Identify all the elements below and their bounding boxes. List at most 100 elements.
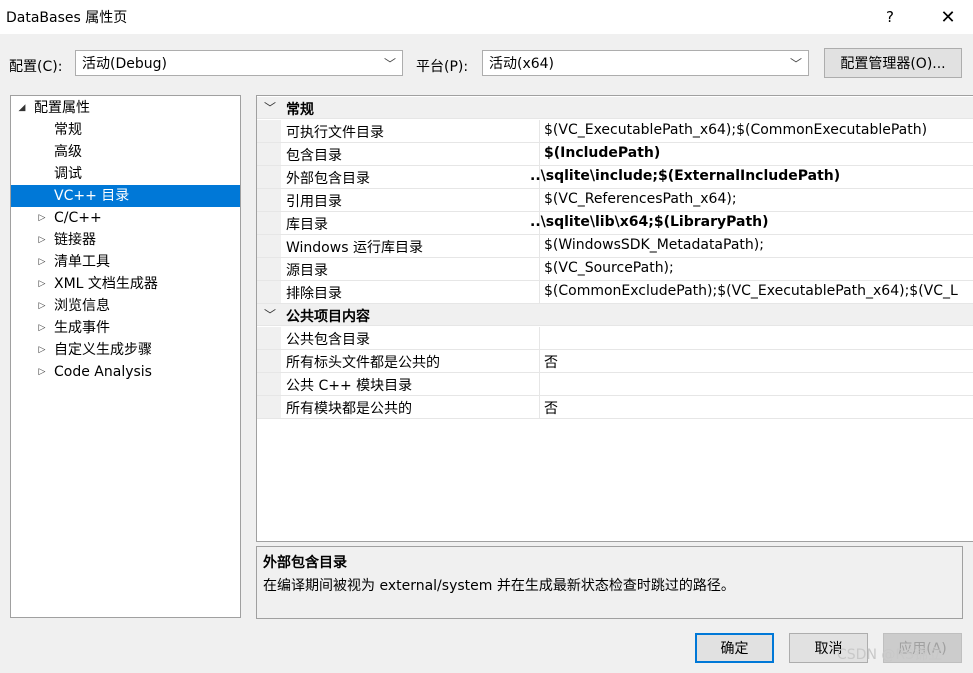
tree-item-browse-info[interactable]: ▷ 浏览信息 bbox=[11, 295, 240, 317]
property-row[interactable]: 公共包含目录 bbox=[257, 327, 973, 350]
property-value[interactable]: $(VC_ExecutablePath_x64);$(CommonExecuta… bbox=[544, 122, 927, 138]
column-divider bbox=[539, 327, 540, 349]
row-gutter bbox=[257, 281, 281, 303]
property-value[interactable]: 否 bbox=[544, 352, 558, 372]
property-value[interactable]: $(CommonExcludePath);$(VC_ExecutablePath… bbox=[544, 283, 958, 299]
row-gutter bbox=[257, 350, 281, 372]
property-row[interactable]: Windows 运行库目录 $(WindowsSDK_MetadataPath)… bbox=[257, 235, 973, 258]
tree-item-label: VC++ 目录 bbox=[54, 188, 130, 204]
collapsed-icon[interactable]: ▷ bbox=[36, 295, 48, 317]
collapsed-icon[interactable]: ▷ bbox=[36, 251, 48, 273]
expanded-icon[interactable]: ◢ bbox=[16, 97, 28, 119]
property-value[interactable]: ..\sqlite\include;$(ExternalIncludePath) bbox=[530, 168, 840, 184]
property-row[interactable]: 所有标头文件都是公共的 否 bbox=[257, 350, 973, 373]
description-text: 在编译期间被视为 external/system 并在生成最新状态检查时跳过的路… bbox=[263, 578, 735, 594]
property-name: 公共包含目录 bbox=[286, 332, 370, 348]
tree-item-label: C/C++ bbox=[54, 210, 102, 226]
collapsed-icon[interactable]: ▷ bbox=[36, 317, 48, 339]
column-divider bbox=[539, 281, 540, 303]
help-button[interactable]: ? bbox=[872, 0, 908, 34]
chevron-down-icon: ﹀ bbox=[789, 57, 802, 71]
tree-item-linker[interactable]: ▷ 链接器 bbox=[11, 229, 240, 251]
property-value[interactable]: $(WindowsSDK_MetadataPath); bbox=[544, 237, 764, 253]
config-value: 活动(Debug) bbox=[82, 56, 167, 72]
config-label: 配置(C): bbox=[9, 59, 63, 75]
property-name: 所有标头文件都是公共的 bbox=[286, 355, 440, 371]
property-row[interactable]: 外部包含目录 ..\sqlite\include;$(ExternalInclu… bbox=[257, 166, 973, 189]
collapsed-icon[interactable]: ▷ bbox=[36, 229, 48, 251]
tree-item-label: 配置属性 bbox=[34, 100, 90, 116]
collapsed-icon[interactable]: ▷ bbox=[36, 339, 48, 361]
tree-item-custom-build-step[interactable]: ▷ 自定义生成步骤 bbox=[11, 339, 240, 361]
column-divider bbox=[539, 396, 540, 418]
tree-item-label: 清单工具 bbox=[54, 254, 110, 270]
config-manager-button[interactable]: 配置管理器(O)... bbox=[824, 48, 962, 78]
column-divider bbox=[539, 350, 540, 372]
category-label: 常规 bbox=[286, 102, 314, 118]
column-divider bbox=[539, 373, 540, 395]
tree-item-label: Code Analysis bbox=[54, 364, 152, 380]
property-row[interactable]: 可执行文件目录 $(VC_ExecutablePath_x64);$(Commo… bbox=[257, 120, 973, 143]
column-divider bbox=[539, 235, 540, 257]
column-divider bbox=[539, 189, 540, 211]
property-name: 公共 C++ 模块目录 bbox=[286, 378, 413, 394]
tree-item-label: 调试 bbox=[54, 166, 82, 182]
tree-item-manifest-tool[interactable]: ▷ 清单工具 bbox=[11, 251, 240, 273]
category-general[interactable]: ﹀ 常规 bbox=[257, 97, 973, 119]
tree-item-c-cpp[interactable]: ▷ C/C++ bbox=[11, 207, 240, 229]
property-value[interactable]: 否 bbox=[544, 398, 558, 418]
row-gutter bbox=[257, 258, 281, 280]
window-title: DataBases 属性页 bbox=[6, 10, 128, 26]
chevron-down-icon[interactable]: ﹀ bbox=[264, 99, 276, 116]
property-row[interactable]: 源目录 $(VC_SourcePath); bbox=[257, 258, 973, 281]
tree-item-build-events[interactable]: ▷ 生成事件 bbox=[11, 317, 240, 339]
property-grid[interactable]: ﹀ 常规 可执行文件目录 $(VC_ExecutablePath_x64);$(… bbox=[256, 95, 973, 542]
property-value[interactable]: $(VC_ReferencesPath_x64); bbox=[544, 191, 737, 207]
watermark: CSDN @RS锦立 bbox=[837, 647, 942, 663]
chevron-down-icon: ﹀ bbox=[383, 57, 396, 71]
collapsed-icon[interactable]: ▷ bbox=[36, 273, 48, 295]
property-name: 包含目录 bbox=[286, 148, 342, 164]
row-gutter bbox=[257, 120, 281, 142]
close-icon[interactable]: ✕ bbox=[928, 0, 968, 34]
tree-item-debugging[interactable]: 调试 bbox=[11, 163, 240, 185]
ok-button[interactable]: 确定 bbox=[695, 633, 774, 663]
tree-item-vc-directories[interactable]: VC++ 目录 bbox=[11, 185, 240, 207]
property-row[interactable]: 引用目录 $(VC_ReferencesPath_x64); bbox=[257, 189, 973, 212]
tree-item-code-analysis[interactable]: ▷ Code Analysis bbox=[11, 361, 240, 383]
property-tree[interactable]: ◢ 配置属性 常规 高级 调试 VC++ 目录 ▷ C/C++ ▷ 链接器 ▷ … bbox=[10, 95, 241, 618]
property-value[interactable]: $(IncludePath) bbox=[544, 145, 660, 161]
category-public-project-content[interactable]: ﹀ 公共项目内容 bbox=[257, 304, 973, 326]
row-gutter bbox=[257, 396, 281, 418]
property-row[interactable]: 库目录 ..\sqlite\lib\x64;$(LibraryPath) bbox=[257, 212, 973, 235]
property-name: 外部包含目录 bbox=[286, 171, 370, 187]
property-row[interactable]: 所有模块都是公共的 否 bbox=[257, 396, 973, 419]
collapsed-icon[interactable]: ▷ bbox=[36, 207, 48, 229]
property-row[interactable]: 排除目录 $(CommonExcludePath);$(VC_Executabl… bbox=[257, 281, 973, 304]
description-title: 外部包含目录 bbox=[263, 555, 347, 571]
column-divider bbox=[539, 120, 540, 142]
tree-item-advanced[interactable]: 高级 bbox=[11, 141, 240, 163]
column-divider bbox=[539, 258, 540, 280]
property-value[interactable]: $(VC_SourcePath); bbox=[544, 260, 674, 276]
tree-item-config-properties[interactable]: ◢ 配置属性 bbox=[11, 97, 240, 119]
title-bar: DataBases 属性页 ? ✕ bbox=[0, 0, 973, 34]
column-divider bbox=[539, 143, 540, 165]
property-row[interactable]: 包含目录 $(IncludePath) bbox=[257, 143, 973, 166]
tree-item-general[interactable]: 常规 bbox=[11, 119, 240, 141]
row-gutter bbox=[257, 327, 281, 349]
chevron-down-icon[interactable]: ﹀ bbox=[264, 306, 276, 323]
tree-item-label: 高级 bbox=[54, 144, 82, 160]
property-value[interactable]: ..\sqlite\lib\x64;$(LibraryPath) bbox=[530, 214, 769, 230]
collapsed-icon[interactable]: ▷ bbox=[36, 361, 48, 383]
tree-item-label: 链接器 bbox=[54, 232, 96, 248]
tree-item-xml-doc-generator[interactable]: ▷ XML 文档生成器 bbox=[11, 273, 240, 295]
property-row[interactable]: 公共 C++ 模块目录 bbox=[257, 373, 973, 396]
config-combobox[interactable]: 活动(Debug) ﹀ bbox=[75, 50, 403, 76]
tree-item-label: 浏览信息 bbox=[54, 298, 110, 314]
description-pane: 外部包含目录 在编译期间被视为 external/system 并在生成最新状态… bbox=[256, 546, 963, 619]
property-name: 库目录 bbox=[286, 217, 328, 233]
category-label: 公共项目内容 bbox=[286, 309, 370, 325]
platform-combobox[interactable]: 活动(x64) ﹀ bbox=[482, 50, 809, 76]
platform-label: 平台(P): bbox=[416, 59, 469, 75]
